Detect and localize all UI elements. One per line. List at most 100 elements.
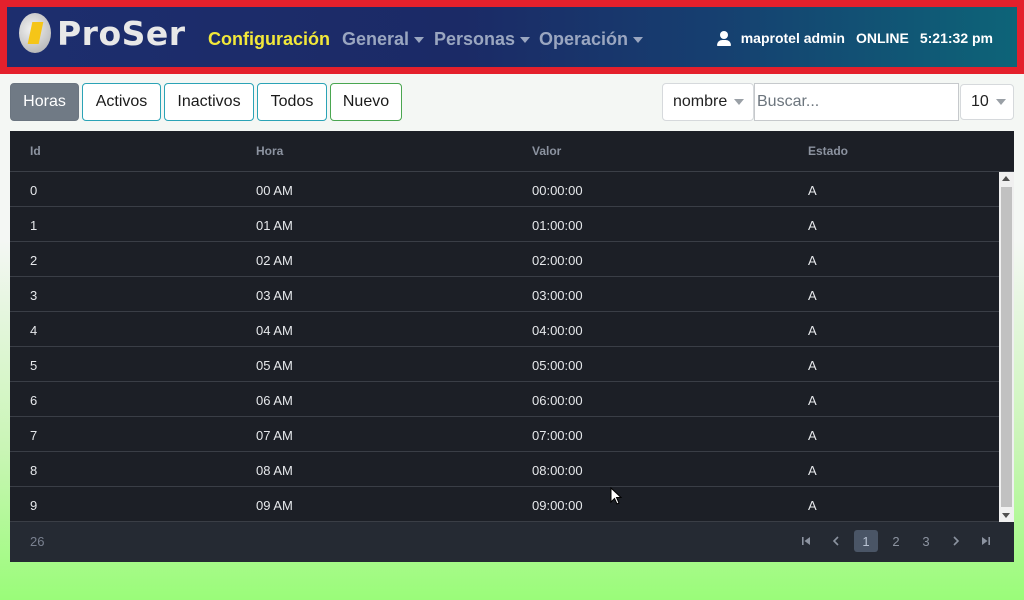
page-button-3[interactable]: 3 [914, 530, 938, 552]
nav-menu-label: General [342, 29, 410, 49]
cell-valor: 00:00:00 [532, 183, 583, 198]
cell-id: 8 [30, 463, 38, 478]
cell-hora: 03 AM [256, 288, 293, 303]
page-size-value: 10 [971, 93, 989, 110]
table-scrollbar[interactable] [999, 172, 1014, 522]
total-count: 26 [30, 534, 45, 549]
cell-hora: 01 AM [256, 218, 293, 233]
cell-id: 2 [30, 253, 38, 268]
clock: 5:21:32 pm [919, 30, 993, 46]
table-row[interactable]: 2 02 AM 02:00:00 A [10, 242, 999, 277]
column-header-hora[interactable]: Hora [256, 144, 283, 158]
cell-estado: A [808, 428, 817, 443]
cell-estado: A [808, 253, 817, 268]
caret-down-icon [734, 99, 745, 105]
activos-button[interactable]: Activos [82, 83, 161, 121]
cell-estado: A [808, 183, 817, 198]
logo-mark-icon [19, 13, 51, 53]
scroll-up-icon[interactable] [1002, 176, 1010, 181]
nav-menu-general[interactable]: General [342, 29, 425, 50]
brand-logo[interactable]: ProSer [19, 13, 186, 53]
cell-id: 0 [30, 183, 38, 198]
mouse-cursor-icon [610, 487, 623, 505]
page-size-select[interactable]: 10 [960, 84, 1014, 120]
cell-id: 3 [30, 288, 38, 303]
search-field-select[interactable]: nombre [662, 83, 754, 121]
user-info: maprotel admin ONLINE 5:21:32 pm [716, 30, 993, 46]
cell-id: 5 [30, 358, 38, 373]
nuevo-button[interactable]: Nuevo [330, 83, 402, 121]
caret-down-icon [995, 99, 1006, 105]
last-page-icon[interactable] [974, 530, 998, 552]
inactivos-button[interactable]: Inactivos [164, 83, 254, 121]
cell-valor: 03:00:00 [532, 288, 583, 303]
cell-hora: 07 AM [256, 428, 293, 443]
caret-down-icon [633, 36, 644, 43]
table-row[interactable]: 5 05 AM 05:00:00 A [10, 347, 999, 382]
cell-estado: A [808, 498, 817, 513]
scroll-down-icon[interactable] [1002, 513, 1010, 518]
cell-id: 9 [30, 498, 38, 513]
cell-hora: 09 AM [256, 498, 293, 513]
user-name[interactable]: maprotel admin [741, 30, 845, 46]
user-icon [716, 30, 731, 46]
navbar-inner: ProSer Configuración General Personas Op… [7, 7, 1017, 67]
caret-down-icon [414, 36, 425, 43]
prev-page-icon[interactable] [824, 530, 848, 552]
todos-button[interactable]: Todos [257, 83, 327, 121]
table-row[interactable]: 4 04 AM 04:00:00 A [10, 312, 999, 347]
caret-down-icon [520, 36, 531, 43]
cell-id: 4 [30, 323, 38, 338]
first-page-icon[interactable] [794, 530, 818, 552]
cell-hora: 02 AM [256, 253, 293, 268]
cell-estado: A [808, 218, 817, 233]
column-header-id[interactable]: Id [30, 144, 41, 158]
table-row[interactable]: 0 00 AM 00:00:00 A [10, 172, 999, 207]
cell-valor: 01:00:00 [532, 218, 583, 233]
nav-menu-label: Operación [539, 29, 629, 49]
cell-valor: 04:00:00 [532, 323, 583, 338]
search-input[interactable] [754, 83, 959, 121]
column-header-estado[interactable]: Estado [808, 144, 848, 158]
table-row[interactable]: 1 01 AM 01:00:00 A [10, 207, 999, 242]
cell-estado: A [808, 393, 817, 408]
table-row[interactable]: 3 03 AM 03:00:00 A [10, 277, 999, 312]
cell-hora: 04 AM [256, 323, 293, 338]
top-navbar: ProSer Configuración General Personas Op… [0, 0, 1024, 74]
nav-menu-personas[interactable]: Personas [434, 29, 531, 50]
next-page-icon[interactable] [944, 530, 968, 552]
cell-hora: 05 AM [256, 358, 293, 373]
cell-hora: 06 AM [256, 393, 293, 408]
nav-item-configuracion[interactable]: Configuración [208, 29, 330, 50]
table-row[interactable]: 8 08 AM 08:00:00 A [10, 452, 999, 487]
cell-valor: 02:00:00 [532, 253, 583, 268]
cell-estado: A [808, 463, 817, 478]
brand-name: ProSer [57, 13, 186, 53]
scrollbar-thumb[interactable] [1001, 187, 1012, 507]
cell-valor: 05:00:00 [532, 358, 583, 373]
table-body: 0 00 AM 00:00:00 A 1 01 AM 01:00:00 A 2 02 AM 02:0… [10, 172, 999, 522]
table-row[interactable]: 6 06 AM 06:00:00 A [10, 382, 999, 417]
nav-menu-operacion[interactable]: Operación [539, 29, 644, 50]
table-footer: 26 1 2 3 [10, 522, 1014, 562]
cell-hora: 00 AM [256, 183, 293, 198]
cell-estado: A [808, 358, 817, 373]
pagination: 1 2 3 [788, 530, 998, 552]
cell-estado: A [808, 323, 817, 338]
horas-button[interactable]: Horas [10, 83, 79, 121]
table-row[interactable]: 7 07 AM 07:00:00 A [10, 417, 999, 452]
cell-id: 7 [30, 428, 38, 443]
cell-valor: 07:00:00 [532, 428, 583, 443]
page-button-1[interactable]: 1 [854, 530, 878, 552]
cell-estado: A [808, 288, 817, 303]
page-button-2[interactable]: 2 [884, 530, 908, 552]
cell-id: 6 [30, 393, 38, 408]
table-row[interactable]: 9 09 AM 09:00:00 A [10, 487, 999, 522]
cell-id: 1 [30, 218, 38, 233]
table-header: Id Hora Valor Estado [10, 131, 1014, 172]
cell-valor: 06:00:00 [532, 393, 583, 408]
column-header-valor[interactable]: Valor [532, 144, 561, 158]
cell-hora: 08 AM [256, 463, 293, 478]
search-field-value: nombre [673, 93, 728, 110]
online-status: ONLINE [855, 30, 909, 46]
